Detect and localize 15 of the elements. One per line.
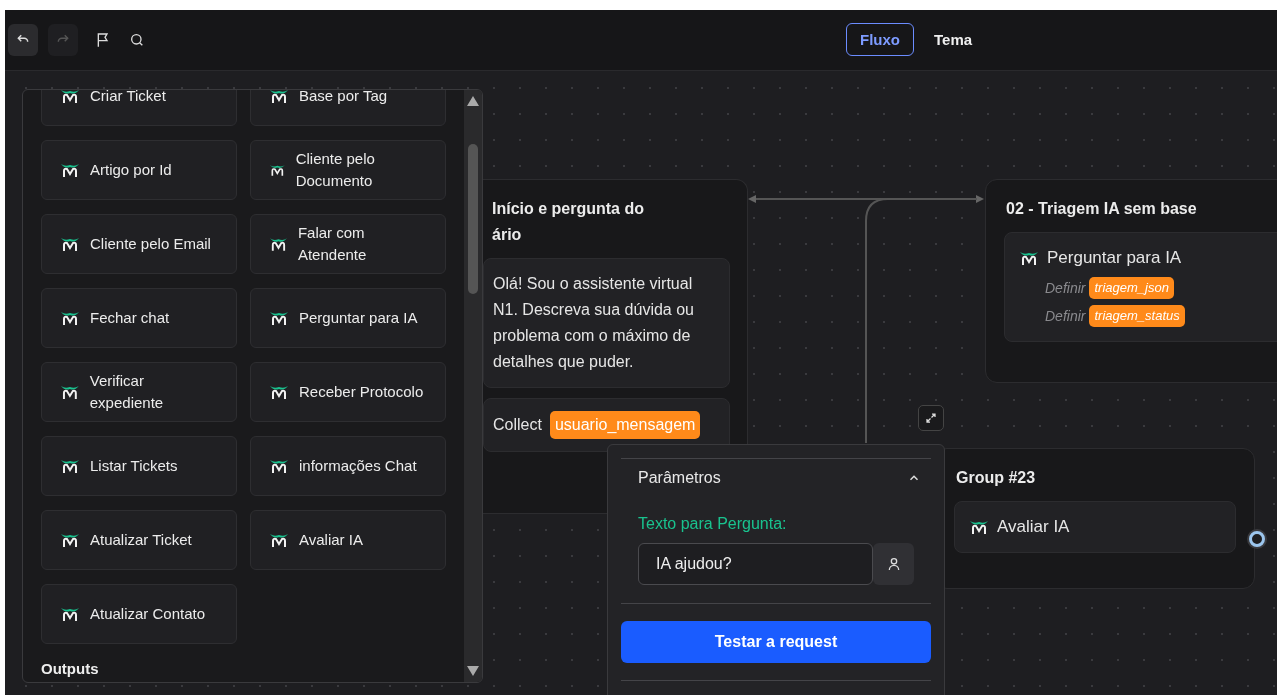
- section-title: Parâmetros: [638, 469, 721, 487]
- variable-tag: usuario_mensagem: [549, 411, 701, 439]
- block-label: Perguntar para IA: [1047, 247, 1182, 269]
- variable-tag: triagem_json: [1089, 277, 1174, 299]
- collect-label: Collect: [493, 415, 542, 435]
- section-title: Outputs: [41, 660, 100, 677]
- block-label: Avaliar IA: [997, 516, 1070, 538]
- group-title: Início e pergunta do: [492, 199, 645, 219]
- group-title: ário: [492, 225, 523, 245]
- set-label: Definir: [1045, 279, 1086, 298]
- field-label: Texto para Pergunta:: [637, 514, 788, 534]
- group-title: 02 - Triagem IA sem base: [1006, 199, 1198, 219]
- set-label: Definir: [1045, 307, 1086, 326]
- group-title: Group #23: [956, 468, 1037, 488]
- variable-tag: triagem_status: [1089, 305, 1185, 327]
